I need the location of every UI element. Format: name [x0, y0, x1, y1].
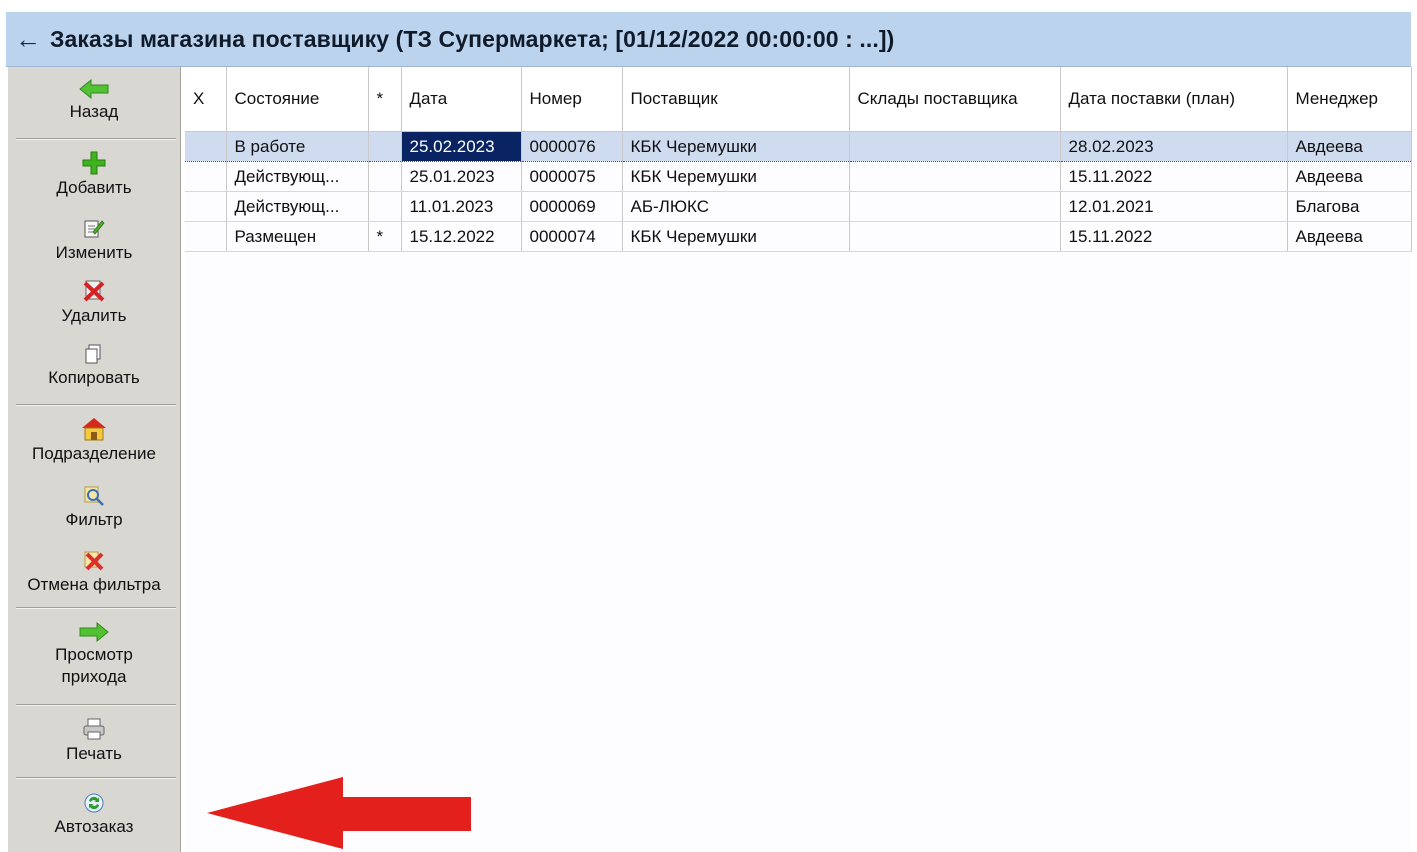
filter-label: Фильтр — [65, 510, 123, 529]
separator — [16, 704, 176, 706]
orders-table: X Состояние * Дата Номер Поставщик Склад… — [185, 67, 1412, 252]
column-header-date[interactable]: Дата — [401, 67, 522, 132]
cell-delivery-date[interactable]: 15.11.2022 — [1060, 161, 1288, 192]
cell-warehouses[interactable] — [849, 221, 1061, 252]
autoorder-button[interactable]: Автозаказ — [8, 792, 180, 838]
back-button[interactable]: Назад — [8, 79, 180, 123]
toolbar-sidebar: Назад Добавить Изменить Удалить Копирова… — [8, 67, 181, 852]
printer-icon — [83, 718, 105, 740]
cell-star[interactable] — [368, 131, 402, 162]
edit-label: Изменить — [55, 243, 133, 262]
cell-warehouses[interactable] — [849, 191, 1061, 222]
cell-warehouses[interactable] — [849, 131, 1061, 162]
cell-warehouses[interactable] — [849, 161, 1061, 192]
back-arrow-icon[interactable]: ← — [6, 12, 50, 66]
cell-date[interactable]: 11.01.2023 — [401, 191, 522, 222]
cell-supplier[interactable]: КБК Черемушки — [622, 221, 850, 252]
column-header-supplier-warehouses[interactable]: Склады поставщика — [849, 67, 1061, 132]
print-label: Печать — [66, 744, 122, 763]
green-forward-arrow-icon — [79, 622, 109, 642]
column-header-manager[interactable]: Менеджер — [1287, 67, 1412, 132]
delete-button[interactable]: Удалить — [8, 279, 180, 327]
refresh-cycle-icon — [84, 793, 104, 813]
cancel-filter-button[interactable]: Отмена фильтра — [8, 550, 180, 596]
column-header-supplier[interactable]: Поставщик — [622, 67, 850, 132]
cell-star[interactable] — [368, 161, 402, 192]
table-header-row: X Состояние * Дата Номер Поставщик Склад… — [185, 67, 1412, 132]
column-header-state[interactable]: Состояние — [226, 67, 369, 132]
cell-delivery-date[interactable]: 12.01.2021 — [1060, 191, 1288, 222]
cell-state[interactable]: Действующ... — [226, 191, 369, 222]
cell-number[interactable]: 0000075 — [521, 161, 623, 192]
cell-x[interactable] — [185, 191, 227, 222]
separator — [16, 777, 176, 779]
cell-number[interactable]: 0000076 — [521, 131, 623, 162]
cell-state[interactable]: Действующ... — [226, 161, 369, 192]
copy-button[interactable]: Копировать — [8, 343, 180, 389]
separator — [16, 404, 176, 406]
cell-manager[interactable]: Благова — [1287, 191, 1412, 222]
filter-magnifier-icon — [84, 486, 104, 506]
window-title: Заказы магазина поставщику (ТЗ Супермарк… — [50, 25, 895, 52]
column-header-number[interactable]: Номер — [521, 67, 623, 132]
delete-label: Удалить — [61, 306, 127, 325]
cell-manager[interactable]: Авдеева — [1287, 221, 1412, 252]
cancel-filter-icon — [84, 551, 104, 571]
column-header-delivery-date[interactable]: Дата поставки (план) — [1060, 67, 1288, 132]
house-icon — [82, 418, 106, 441]
red-annotation-arrow-icon — [207, 777, 471, 849]
department-label: Подразделение — [32, 444, 156, 463]
autoorder-label: Автозаказ — [54, 817, 134, 836]
cell-manager[interactable]: Авдеева — [1287, 131, 1412, 162]
copy-icon — [85, 344, 101, 364]
department-button[interactable]: Подразделение — [8, 417, 180, 465]
cell-x[interactable] — [185, 221, 227, 252]
cell-number[interactable]: 0000069 — [521, 191, 623, 222]
cell-state[interactable]: Размещен — [226, 221, 369, 252]
cell-date[interactable]: 25.01.2023 — [401, 161, 522, 192]
column-header-star[interactable]: * — [368, 67, 402, 132]
edit-document-icon — [84, 220, 105, 238]
delete-icon — [83, 280, 105, 302]
cell-date[interactable]: 15.12.2022 — [401, 221, 522, 252]
add-label: Добавить — [56, 178, 132, 197]
print-button[interactable]: Печать — [8, 717, 180, 765]
title-bar: ← Заказы магазина поставщику (ТЗ Суперма… — [6, 12, 1411, 67]
cell-star[interactable] — [368, 191, 402, 222]
back-label: Назад — [69, 102, 119, 121]
cell-date-current[interactable]: 25.02.2023 — [401, 131, 522, 162]
cell-x[interactable] — [185, 161, 227, 192]
cell-delivery-date[interactable]: 15.11.2022 — [1060, 221, 1288, 252]
cell-delivery-date[interactable]: 28.02.2023 — [1060, 131, 1288, 162]
edit-button[interactable]: Изменить — [8, 218, 180, 264]
column-header-x[interactable]: X — [185, 67, 227, 132]
view-receipt-label-line1: Просмотр — [55, 645, 133, 664]
copy-label: Копировать — [48, 368, 140, 387]
table-row[interactable]: Действующ... 11.01.2023 0000069 АБ-ЛЮКС … — [185, 191, 1412, 222]
cell-state[interactable]: В работе — [226, 131, 369, 162]
table-row[interactable]: Размещен * 15.12.2022 0000074 КБК Черему… — [185, 221, 1412, 252]
green-plus-icon — [82, 151, 106, 175]
table-row[interactable]: В работе 25.02.2023 0000076 КБК Черемушк… — [185, 131, 1412, 162]
view-receipt-label-line2: прихода — [61, 667, 127, 686]
view-receipt-button[interactable]: Просмотр прихода — [8, 622, 180, 688]
cell-star[interactable]: * — [368, 221, 402, 252]
separator — [16, 138, 176, 140]
separator — [16, 607, 176, 609]
cell-x[interactable] — [185, 131, 227, 162]
cell-supplier[interactable]: КБК Черемушки — [622, 161, 850, 192]
filter-button[interactable]: Фильтр — [8, 485, 180, 531]
cell-manager[interactable]: Авдеева — [1287, 161, 1412, 192]
cell-number[interactable]: 0000074 — [521, 221, 623, 252]
green-back-arrow-icon — [79, 79, 109, 99]
cancel-filter-label: Отмена фильтра — [27, 575, 161, 594]
cell-supplier[interactable]: АБ-ЛЮКС — [622, 191, 850, 222]
add-button[interactable]: Добавить — [8, 151, 180, 199]
table-row[interactable]: Действующ... 25.01.2023 0000075 КБК Чере… — [185, 161, 1412, 192]
cell-supplier[interactable]: КБК Черемушки — [622, 131, 850, 162]
